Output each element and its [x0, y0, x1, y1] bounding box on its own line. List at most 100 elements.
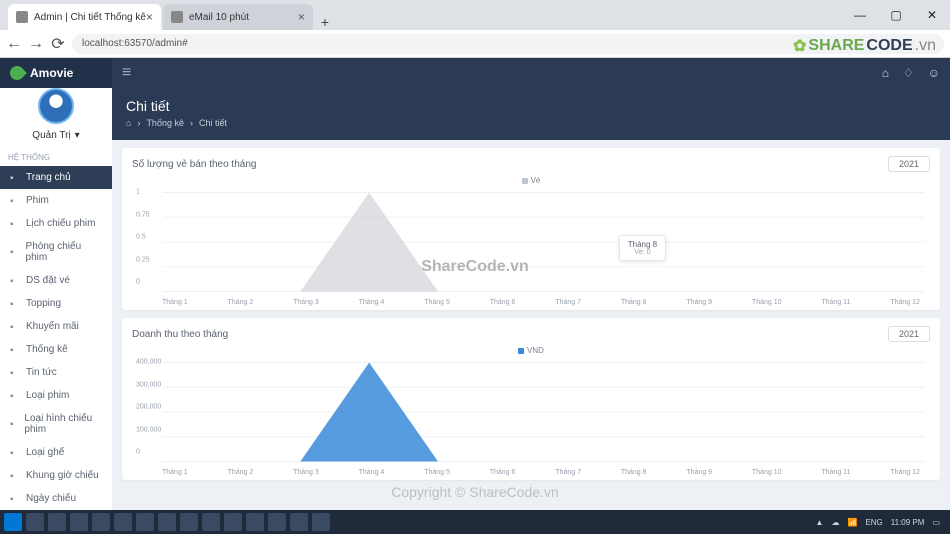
sidebar-item[interactable]: ▪Khung giờ chiếu — [0, 464, 112, 487]
sidebar-item-label: Trang chủ — [26, 172, 71, 183]
close-tab-icon[interactable]: × — [298, 10, 305, 24]
sidebar-item[interactable]: ▪Loại phim — [0, 384, 112, 407]
taskbar-app[interactable] — [290, 513, 308, 531]
sidebar-item[interactable]: ▪ Loại ghế — [0, 441, 112, 464]
x-tick: Tháng 2 — [228, 469, 254, 476]
window-controls: — ▢ ✕ — [842, 0, 950, 30]
taskbar-app[interactable] — [246, 513, 264, 531]
year-selector[interactable]: 2021 — [888, 156, 930, 172]
x-axis: Tháng 1Tháng 2Tháng 3Tháng 4Tháng 5Tháng… — [132, 297, 930, 306]
sidebar-item-label: Topping — [26, 298, 61, 309]
sidebar-item[interactable]: ▪Trang chủ — [0, 166, 112, 189]
x-tick: Tháng 9 — [686, 299, 712, 306]
x-tick: Tháng 8 — [621, 299, 647, 306]
page-header: Chi tiết ⌂ › Thống kê › Chi tiết — [112, 88, 950, 140]
sidebar-item[interactable]: ▪Phim — [0, 189, 112, 212]
x-tick: Tháng 10 — [752, 469, 782, 476]
x-tick: Tháng 5 — [424, 299, 450, 306]
maximize-button[interactable]: ▢ — [878, 0, 914, 30]
browser-tab[interactable]: eMail 10 phút × — [163, 4, 313, 30]
ticket-icon: ▪ — [10, 276, 20, 286]
chart-legend: Vé — [132, 176, 930, 185]
cloud-icon[interactable]: ☁ — [831, 518, 839, 527]
avatar[interactable] — [38, 88, 74, 124]
sidebar-item[interactable]: ▪Tin tức — [0, 361, 112, 384]
x-tick: Tháng 10 — [752, 299, 782, 306]
clock[interactable]: 11:09 PM — [891, 518, 925, 527]
taskbar-app[interactable] — [114, 513, 132, 531]
forward-icon[interactable]: → — [28, 36, 44, 52]
user-icon[interactable]: ☺ — [928, 66, 940, 80]
menu-toggle-icon[interactable]: ≡ — [122, 64, 131, 82]
revenue-chart: 0100,000200,000300,000400,000 — [132, 357, 930, 467]
sidebar-item-label: Phim — [26, 195, 49, 206]
x-tick: Tháng 1 — [162, 469, 188, 476]
wifi-icon[interactable]: 📶 — [847, 518, 857, 527]
seat-icon: ▪ — [10, 448, 20, 458]
lang-indicator[interactable]: ENG — [865, 518, 882, 527]
page-title: Chi tiết — [126, 98, 936, 114]
taskbar-app[interactable] — [92, 513, 110, 531]
stats-icon: ▪ — [10, 345, 20, 355]
taskbar-app[interactable] — [158, 513, 176, 531]
sidebar-item[interactable]: ▪DS đặt vé — [0, 269, 112, 292]
browser-tab-active[interactable]: Admin | Chi tiết Thống kê × — [8, 4, 161, 30]
taskbar-app[interactable] — [180, 513, 198, 531]
profile-name[interactable]: Quản Trị ▾ — [32, 130, 79, 141]
profile-block: Quản Trị ▾ — [0, 78, 112, 147]
minimize-button[interactable]: — — [842, 0, 878, 30]
search-icon[interactable] — [26, 513, 44, 531]
favicon-icon — [171, 11, 183, 23]
sidebar-item-label: Loại ghế — [26, 447, 64, 458]
taskbar-app[interactable] — [70, 513, 88, 531]
x-tick: Tháng 6 — [490, 299, 516, 306]
breadcrumb-home[interactable]: ⌂ — [126, 118, 131, 128]
topbar: ≡ ⌂ ♢ ☺ — [112, 58, 950, 88]
close-window-button[interactable]: ✕ — [914, 0, 950, 30]
sidebar-item[interactable]: ▪Phòng chiếu phim — [0, 235, 112, 269]
sidebar-item[interactable]: ▪Lịch chiếu phim — [0, 212, 112, 235]
news-icon: ▪ — [10, 368, 20, 378]
x-tick: Tháng 9 — [686, 469, 712, 476]
reload-icon[interactable]: ⟳ — [50, 36, 66, 52]
browser-tabstrip: Admin | Chi tiết Thống kê × eMail 10 phú… — [0, 0, 950, 30]
tickets-chart: Tháng 8 Vé: 0 00.250.50.751 — [132, 187, 930, 297]
breadcrumb-item[interactable]: Thống kê — [146, 118, 184, 128]
home-icon[interactable]: ⌂ — [882, 66, 889, 80]
card-tickets: Số lượng vẻ bán theo tháng 2021 Vé Tháng… — [122, 148, 940, 310]
sidebar-item[interactable]: ▪Khuyến mãi — [0, 315, 112, 338]
year-selector[interactable]: 2021 — [888, 326, 930, 342]
card-title: Số lượng vẻ bán theo tháng — [132, 159, 256, 170]
x-tick: Tháng 7 — [555, 469, 581, 476]
close-tab-icon[interactable]: × — [146, 10, 153, 24]
taskbar-app[interactable] — [136, 513, 154, 531]
x-tick: Tháng 3 — [293, 469, 319, 476]
sidebar-item-label: Khuyến mãi — [26, 321, 79, 332]
x-tick: Tháng 12 — [890, 299, 920, 306]
tab-title: eMail 10 phút — [189, 12, 249, 23]
sidebar: Quản Trị ▾ HỆ THỐNG ▪Trang chủ▪Phim▪Lịch… — [0, 58, 112, 510]
system-tray[interactable]: ▲ ☁ 📶 ENG 11:09 PM ▭ — [816, 518, 946, 527]
tray-icon[interactable]: ▲ — [816, 518, 824, 527]
room-icon: ▪ — [10, 247, 20, 257]
start-button[interactable] — [4, 513, 22, 531]
tag-icon: ▪ — [10, 391, 20, 401]
sidebar-item[interactable]: ▪Loại hình chiếu phim — [0, 407, 112, 441]
notification-icon[interactable]: ▭ — [932, 518, 940, 527]
x-tick: Tháng 11 — [821, 469, 850, 476]
tab-title: Admin | Chi tiết Thống kê — [34, 12, 146, 23]
back-icon[interactable]: ← — [6, 36, 22, 52]
x-axis: Tháng 1Tháng 2Tháng 3Tháng 4Tháng 5Tháng… — [132, 467, 930, 476]
sidebar-item[interactable]: ▪ Topping — [0, 292, 112, 315]
food-icon: ▪ — [10, 299, 20, 309]
taskbar-app[interactable] — [268, 513, 286, 531]
x-tick: Tháng 5 — [424, 469, 450, 476]
taskbar-app[interactable] — [312, 513, 330, 531]
new-tab-button[interactable]: + — [315, 14, 335, 30]
sidebar-item[interactable]: ▪Ngày chiếu — [0, 487, 112, 510]
task-view-icon[interactable] — [48, 513, 66, 531]
bell-icon[interactable]: ♢ — [903, 66, 914, 80]
taskbar-app[interactable] — [202, 513, 220, 531]
sidebar-item[interactable]: ▪Thống kê — [0, 338, 112, 361]
taskbar-app[interactable] — [224, 513, 242, 531]
